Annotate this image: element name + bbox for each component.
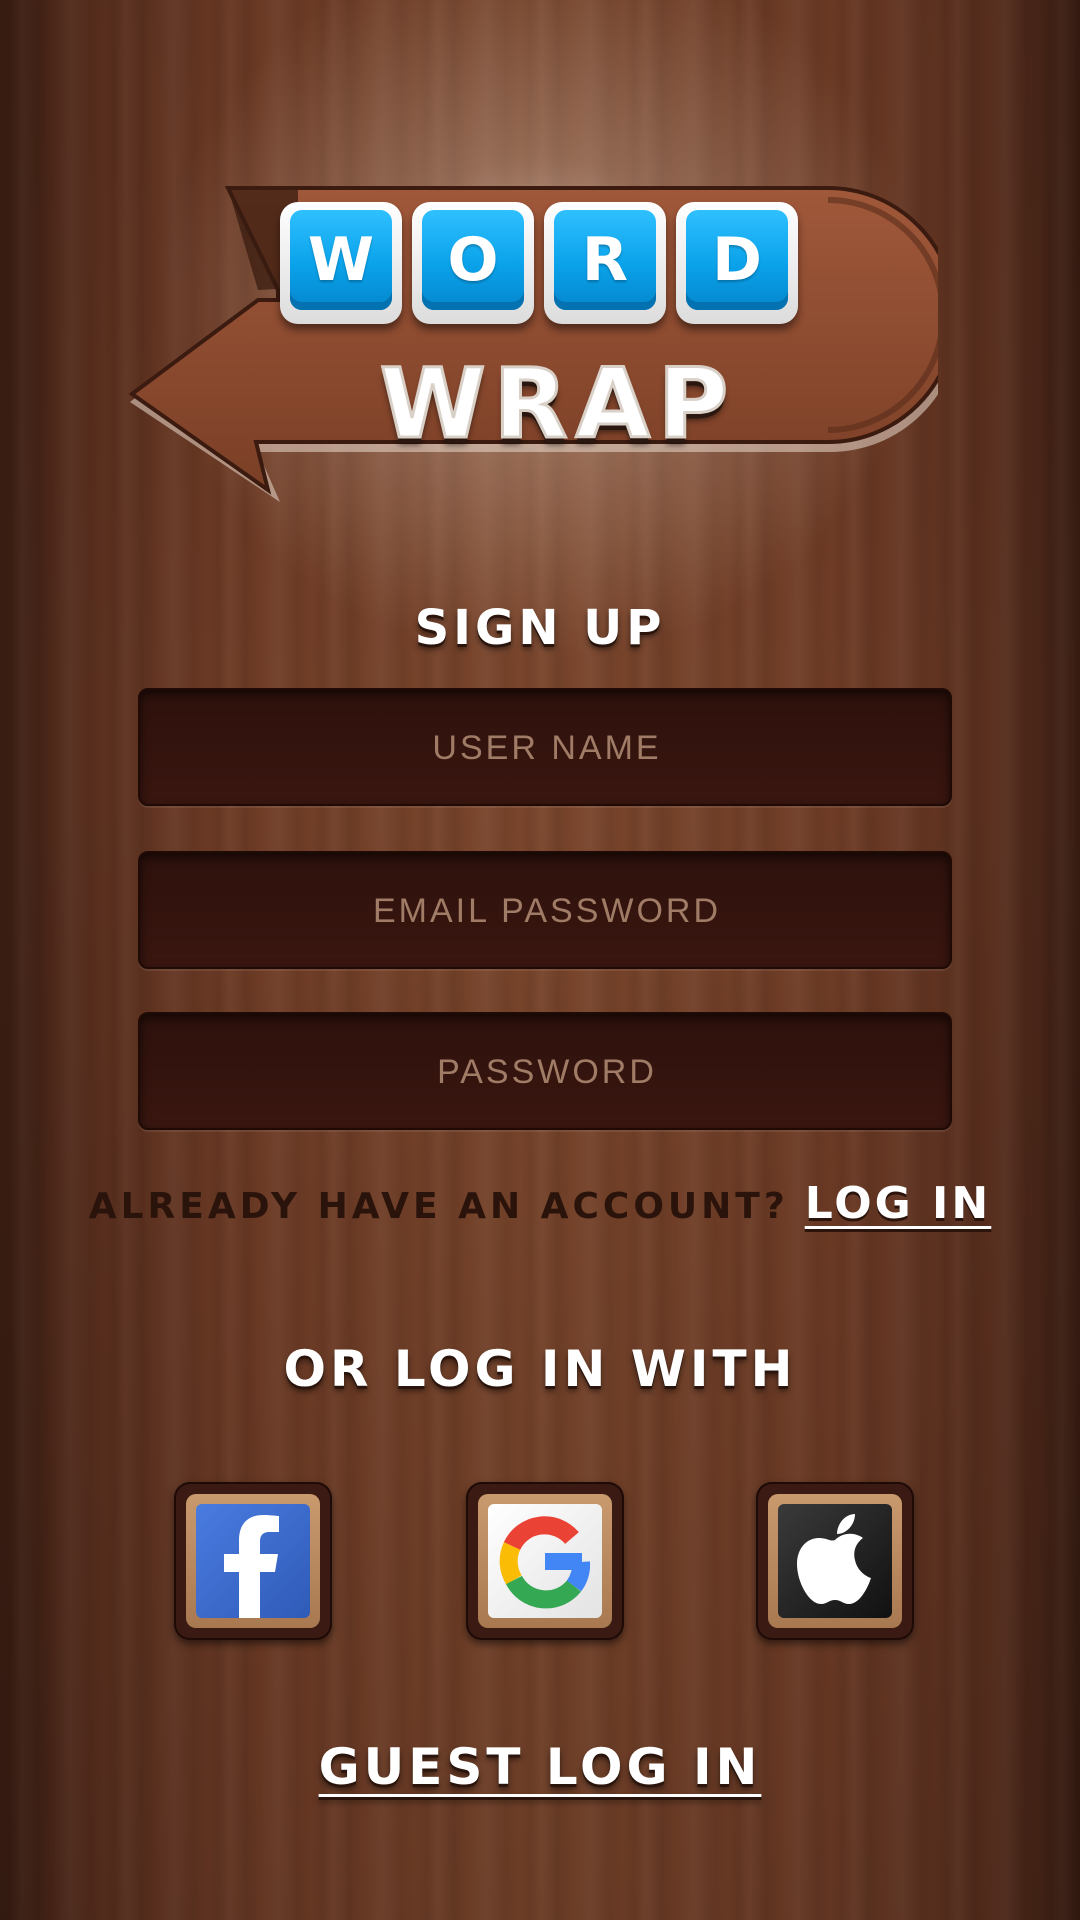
password-field[interactable] [138, 1012, 954, 1130]
username-input[interactable] [140, 690, 954, 806]
social-login-title: OR LOG IN WITH [283, 1340, 797, 1398]
logo-tile-letter: D [686, 210, 788, 310]
email-input[interactable] [140, 853, 954, 969]
apple-login-button[interactable] [756, 1482, 914, 1640]
button-frame [478, 1494, 612, 1628]
google-login-button[interactable] [466, 1482, 624, 1640]
social-login-row [0, 1482, 1080, 1642]
username-field[interactable] [138, 688, 954, 806]
logo-tiles: W O R D [280, 202, 798, 324]
logo-tile: W [280, 202, 402, 324]
password-input[interactable] [140, 1014, 954, 1130]
logo-tile-letter: R [554, 210, 656, 310]
signup-title: SIGN UP [414, 600, 666, 656]
account-row: ALREADY HAVE AN ACCOUNT? LOG IN [0, 1178, 1080, 1229]
logo-tile-letter: O [422, 210, 524, 310]
logo-tile-letter: W [290, 210, 392, 310]
button-frame [186, 1494, 320, 1628]
game-logo: W O R D WRAP [128, 180, 938, 510]
logo-tile: D [676, 202, 798, 324]
button-frame [768, 1494, 902, 1628]
account-prompt: ALREADY HAVE AN ACCOUNT? [88, 1186, 789, 1227]
logo-tile: R [544, 202, 666, 324]
google-icon [488, 1504, 602, 1618]
facebook-icon [196, 1504, 310, 1618]
facebook-login-button[interactable] [174, 1482, 332, 1640]
logo-wrap-word: WRAP [378, 347, 737, 462]
apple-icon [778, 1504, 892, 1618]
logo-tile: O [412, 202, 534, 324]
login-link[interactable]: LOG IN [805, 1178, 992, 1229]
email-field[interactable] [138, 851, 954, 969]
guest-login-link[interactable]: GUEST LOG IN [0, 1738, 1080, 1796]
